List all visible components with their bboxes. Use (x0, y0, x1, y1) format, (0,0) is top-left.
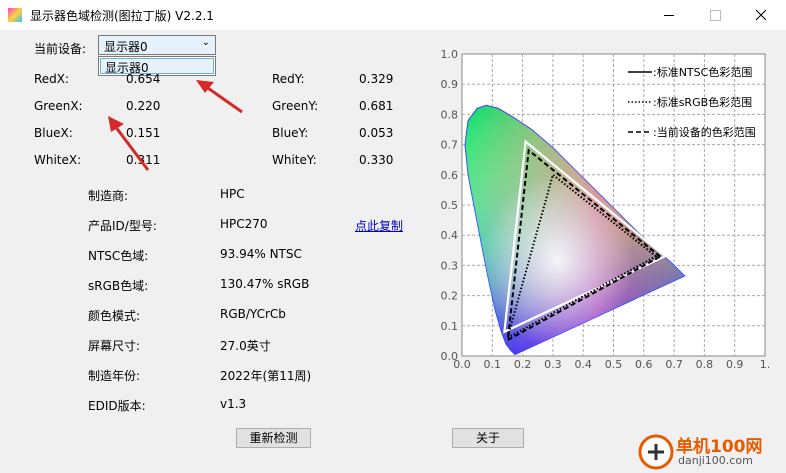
x-tick-label: 0.2 (514, 358, 532, 371)
y-tick-label: 0.4 (441, 229, 459, 242)
x-tick-label: 0.1 (484, 358, 502, 371)
y-tick-label: 1.0 (441, 48, 459, 61)
edid-label: EDID版本: (88, 399, 146, 413)
watermark: 单机100网 danji100.com (636, 432, 786, 473)
screen-size-label: 屏幕尺寸: (88, 339, 141, 353)
vendor-value: HPC (220, 187, 245, 201)
copy-link[interactable]: 点此复制 (355, 217, 403, 234)
y-tick-label: 0.7 (441, 139, 459, 152)
watermark-url: danji100.com (678, 454, 753, 467)
y-tick-label: 0.3 (441, 259, 459, 272)
y-tick-label: 0.1 (441, 320, 459, 333)
legend-label: :当前设备的色彩范围 (653, 125, 756, 139)
vendor-label: 制造商: (88, 189, 129, 203)
y-tick-label: 0.0 (441, 350, 459, 363)
model-label: 产品ID/型号: (88, 219, 157, 233)
srgb-label: sRGB色域: (88, 279, 149, 293)
x-tick-label: 0.3 (544, 358, 562, 371)
x-tick-label: 0.9 (726, 358, 744, 371)
x-tick-label: 0.6 (635, 358, 653, 371)
x-tick-label: 1. (760, 358, 770, 371)
y-tick-label: 0.5 (441, 199, 459, 212)
model-value: HPC270 (220, 217, 268, 231)
legend-label: :标准sRGB色彩范围 (653, 95, 752, 109)
y-tick-label: 0.8 (441, 108, 459, 121)
year-value: 2022年(第11周) (220, 369, 312, 383)
chromaticity-chart: 0.0 0.1 0.2 0.3 0.4 0.5 0.6 0.7 0.8 0.9 1.0.00.10.… (441, 48, 771, 371)
x-tick-label: 0.5 (605, 358, 623, 371)
redetect-button[interactable]: 重新检测 (236, 428, 311, 448)
y-tick-label: 0.9 (441, 78, 459, 91)
edid-value: v1.3 (220, 397, 247, 411)
ntsc-value: 93.94% NTSC (220, 247, 302, 261)
legend-label: :标准NTSC色彩范围 (653, 65, 752, 79)
ntsc-label: NTSC色域: (88, 249, 149, 263)
x-tick-label: 0.7 (665, 358, 683, 371)
arrow-to-coordinates (108, 116, 150, 171)
year-label: 制造年份: (88, 369, 141, 383)
x-tick-label: 0.4 (574, 358, 592, 371)
about-button[interactable]: 关于 (452, 428, 524, 448)
color-mode-value: RGB/YCrCb (220, 307, 286, 321)
y-tick-label: 0.6 (441, 169, 459, 182)
color-mode-label: 颜色模式: (88, 309, 141, 323)
screen-size-value: 27.0英寸 (220, 339, 271, 353)
x-tick-label: 0.8 (696, 358, 714, 371)
y-tick-label: 0.2 (441, 290, 459, 303)
srgb-value: 130.47% sRGB (220, 277, 310, 291)
arrow-to-dropdown (196, 80, 243, 114)
watermark-logo-icon (638, 434, 674, 470)
